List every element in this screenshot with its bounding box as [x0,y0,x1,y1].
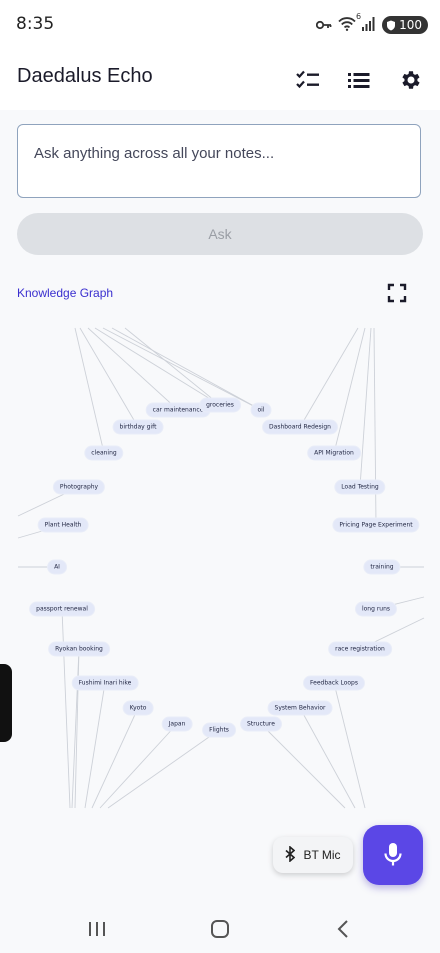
graph-node[interactable]: groceries [200,398,240,412]
battery-level: 100 [399,18,422,32]
graph-edge [359,327,372,488]
graph-node[interactable]: System Behavior [268,701,332,715]
graph-edge [299,327,359,428]
graph-edge [124,327,221,406]
system-nav-bar [0,903,440,953]
bluetooth-icon [285,844,296,865]
back-icon[interactable] [331,917,355,941]
graph-edge [94,327,221,406]
microphone-icon [384,843,402,866]
graph-node[interactable]: Ryokan booking [49,642,109,656]
graph-edge [61,608,71,809]
graph-node[interactable]: AI [48,560,66,574]
graph-node[interactable]: race registration [329,642,391,656]
settings-gear-icon[interactable] [396,66,424,94]
graph-node[interactable]: Pricing Page Experiment [333,518,419,532]
graph-edge [107,729,220,809]
recent-apps-icon[interactable] [85,917,109,941]
checklist-icon[interactable] [294,66,322,94]
graph-node[interactable]: Load Testing [335,480,385,494]
status-icons: 6 100 [315,12,428,36]
graph-node[interactable]: training [364,560,400,574]
shield-icon [387,20,396,30]
graph-edge [373,327,377,526]
fullscreen-icon[interactable] [386,282,408,304]
wifi-label: 6 [356,11,362,21]
status-time: 8:35 [16,14,55,34]
graph-edge [79,327,139,428]
knowledge-graph-title: Knowledge Graph [17,286,114,300]
knowledge-graph[interactable]: car maintenance groceries oil birthday gift… [0,316,440,816]
graph-edge [333,327,366,454]
graph-node[interactable]: birthday gift [113,420,163,434]
ask-button[interactable]: Ask [17,213,423,255]
list-icon[interactable] [345,66,373,94]
graph-node[interactable]: long runs [355,602,397,616]
graph-node[interactable]: Kyoto [123,701,153,715]
home-icon[interactable] [208,917,232,941]
edge-handle[interactable] [0,664,12,742]
graph-node[interactable]: Photography [53,480,105,494]
graph-node[interactable]: Fushimi Inari hike [72,676,138,690]
graph-node[interactable]: passport renewal [30,602,94,616]
graph-node[interactable]: Plant Health [38,518,88,532]
app-title: Daedalus Echo [17,65,153,87]
graph-edge [84,682,106,809]
key-icon [315,16,332,35]
graph-node[interactable]: Dashboard Redesign [263,420,337,434]
graph-node[interactable]: Japan [162,717,192,731]
graph-edge [111,327,262,411]
graph-edge [74,327,105,454]
status-bar: 8:35 6 100 [0,0,440,50]
bt-mic-label: BT Mic [303,848,341,862]
graph-edge [299,707,356,809]
graph-node[interactable]: Flights [203,723,235,737]
signal-icon [362,16,376,35]
battery-indicator: 100 [382,16,428,34]
app-bar: Daedalus Echo [0,50,440,110]
microphone-button[interactable] [363,825,423,885]
graph-edge [333,682,366,809]
ask-input[interactable]: Ask anything across all your notes... [17,124,421,198]
graph-node[interactable]: Feedback Loops [304,676,364,690]
graph-node[interactable]: oil [251,403,271,417]
graph-node[interactable]: API Migration [308,446,360,460]
graph-edge [102,327,262,411]
graph-node[interactable]: cleaning [85,446,123,460]
graph-edge [87,327,179,411]
bt-mic-button[interactable]: BT Mic [273,837,353,873]
graph-node[interactable]: Structure [241,717,281,731]
wifi-icon: 6 [338,12,361,35]
